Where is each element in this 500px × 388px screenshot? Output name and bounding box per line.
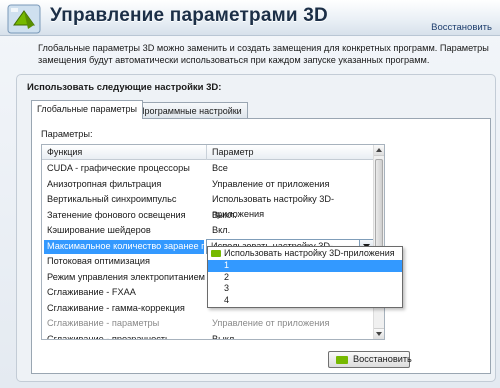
- chevron-down-icon: [376, 332, 382, 336]
- row-feature: Кэширование шейдеров: [47, 225, 151, 235]
- dropdown-option-label: 3: [224, 283, 230, 293]
- params-label: Параметры:: [41, 129, 93, 139]
- row-feature: Сглаживание - FXAA: [47, 287, 136, 297]
- nvidia-icon: [211, 250, 221, 257]
- table-scrollbar[interactable]: [373, 145, 384, 339]
- nvidia-icon: [336, 356, 348, 364]
- dropdown-list[interactable]: Использовать настройку 3D-приложения 1 2…: [207, 246, 403, 308]
- scroll-down-button[interactable]: [374, 328, 384, 339]
- row-feature: Режим управления электропитанием: [47, 271, 205, 282]
- dropdown-option-label: Использовать настройку 3D-приложения: [224, 248, 395, 258]
- panel-title: Использовать следующие настройки 3D:: [27, 82, 222, 93]
- restore-button[interactable]: Восстановить: [328, 351, 412, 368]
- nvidia-3d-settings-icon: [6, 3, 42, 35]
- row-value: Вкл.: [212, 225, 231, 235]
- row-feature: Затенение фонового освещения: [47, 209, 186, 220]
- row-feature: Сглаживание - параметры: [47, 318, 160, 328]
- column-header-setting[interactable]: Параметр: [212, 145, 254, 159]
- table-row[interactable]: Сглаживание - параметры Управление от пр…: [42, 316, 374, 332]
- table-row[interactable]: Кэширование шейдеров Вкл.: [42, 223, 374, 239]
- table-row[interactable]: Затенение фонового освещения Выкл.: [42, 208, 374, 224]
- dropdown-option[interactable]: Использовать настройку 3D-приложения: [208, 248, 402, 260]
- row-feature: Сглаживание - прозрачность: [47, 333, 170, 340]
- column-header-feature[interactable]: Функция: [47, 145, 82, 159]
- table-row[interactable]: CUDA - графические процессоры Все: [42, 161, 374, 177]
- row-value: Управление от приложения: [212, 318, 330, 328]
- dropdown-option-label: 2: [224, 271, 230, 282]
- dropdown-option[interactable]: 4: [208, 295, 402, 307]
- settings-table: Функция Параметр CUDA - графические проц…: [41, 144, 385, 340]
- row-feature: Анизотропная фильтрация: [47, 178, 162, 189]
- row-value: Выкл: [212, 333, 235, 340]
- settings-panel: Использовать следующие настройки 3D: Гло…: [16, 74, 496, 382]
- page-description: Глобальные параметры 3D можно заменить и…: [38, 43, 489, 65]
- tab-global-settings[interactable]: Глобальные параметры: [31, 100, 143, 119]
- tab-program-settings[interactable]: Программные настройки: [132, 102, 248, 119]
- table-row[interactable]: Вертикальный синхроимпульс Использовать …: [42, 192, 374, 219]
- row-feature: Максимальное количество заранее под...: [47, 240, 225, 251]
- restore-button-label: Восстановить: [353, 354, 412, 364]
- row-feature: Потоковая оптимизация: [47, 256, 150, 266]
- dropdown-option[interactable]: 2: [208, 272, 402, 284]
- dropdown-option-label: 4: [224, 294, 230, 305]
- column-separator: [206, 145, 207, 160]
- dropdown-option-highlighted[interactable]: 1: [208, 260, 402, 272]
- row-feature: Вертикальный синхроимпульс: [47, 194, 177, 204]
- restore-defaults-link[interactable]: Восстановить: [431, 22, 492, 33]
- row-feature: Сглаживание - гамма-коррекция: [47, 302, 185, 313]
- row-value: Все: [212, 163, 228, 173]
- table-row[interactable]: Анизотропная фильтрация Управление от пр…: [42, 177, 374, 193]
- page-header: Управление параметрами 3D Восстановить: [0, 0, 500, 36]
- chevron-up-icon: [376, 148, 382, 152]
- dropdown-option-label: 1: [224, 260, 230, 270]
- row-value: Выкл.: [212, 209, 237, 220]
- page-title: Управление параметрами 3D: [50, 5, 328, 26]
- row-feature: CUDA - графические процессоры: [47, 163, 190, 173]
- dropdown-option[interactable]: 3: [208, 283, 402, 295]
- row-value: Управление от приложения: [212, 178, 330, 189]
- table-header: Функция Параметр: [42, 145, 374, 160]
- table-row[interactable]: Сглаживание - прозрачность Выкл: [42, 332, 374, 340]
- scroll-up-button[interactable]: [374, 145, 384, 156]
